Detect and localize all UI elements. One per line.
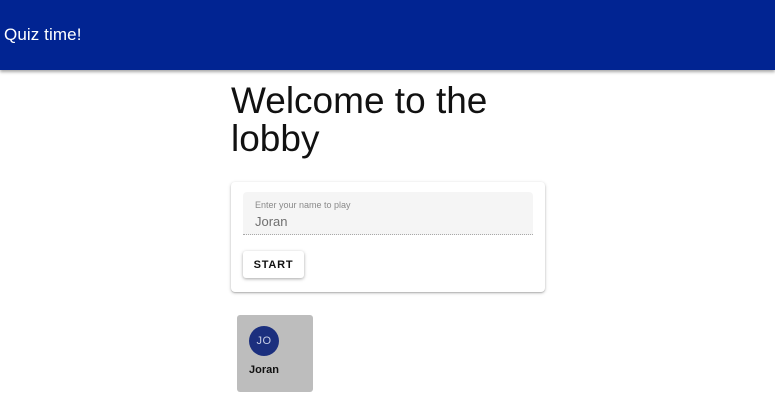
app-title: Quiz time!: [4, 25, 82, 44]
player-list: JO Joran: [231, 315, 545, 392]
player-card: JO Joran: [237, 315, 313, 392]
name-input[interactable]: Enter your name to play Joran: [243, 192, 533, 235]
player-name: Joran: [249, 364, 279, 376]
name-input-value[interactable]: Joran: [255, 214, 521, 229]
app-bar: Quiz time!: [0, 0, 775, 70]
page-title: Welcome to the lobby: [231, 80, 488, 159]
avatar: JO: [249, 326, 279, 356]
name-form-card: Enter your name to play Joran START: [231, 182, 545, 292]
start-button[interactable]: START: [243, 251, 304, 278]
name-input-label: Enter your name to play: [255, 200, 351, 210]
lobby-main: Welcome to the lobby Enter your name to …: [231, 82, 545, 392]
